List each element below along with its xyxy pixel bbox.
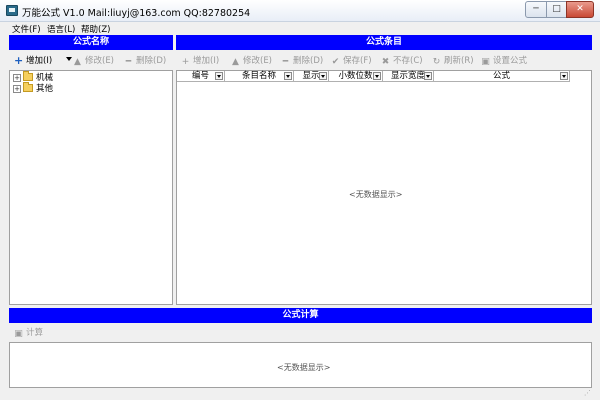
formula-entries-header: 公式条目 bbox=[176, 35, 592, 50]
menu-bar: 文件(F) 语言(L) 帮助(Z) bbox=[0, 22, 600, 35]
column-label: 编号 bbox=[191, 71, 209, 81]
minus-icon: ━ bbox=[125, 57, 132, 67]
right-edit-label: 修改(E) bbox=[243, 56, 273, 66]
column-label: 条目名称 bbox=[241, 71, 276, 81]
column-header-display-width[interactable]: 显示宽度 bbox=[383, 71, 434, 82]
app-icon bbox=[6, 5, 18, 16]
expand-icon[interactable]: + bbox=[13, 74, 21, 82]
triangle-up-icon: ▲ bbox=[232, 57, 239, 67]
resize-grip-icon[interactable]: ⋰ bbox=[584, 389, 592, 397]
bottom-toolbar: ▣ 计算 bbox=[9, 324, 592, 342]
left-delete-label: 删除(D) bbox=[136, 56, 167, 66]
expand-icon[interactable]: + bbox=[13, 85, 21, 93]
calculation-grid[interactable]: <无数据显示> bbox=[9, 342, 592, 388]
checkmark-icon: ✔ bbox=[331, 57, 340, 67]
formula-tree[interactable]: + 机械 + 其他 bbox=[9, 70, 173, 305]
column-header-formula[interactable]: 公式 bbox=[434, 71, 570, 82]
maximize-button[interactable]: □ bbox=[546, 1, 567, 18]
plus-icon: + bbox=[14, 54, 24, 67]
column-label: 显示 bbox=[302, 71, 320, 81]
tree-item-label: 机械 bbox=[36, 73, 54, 83]
right-add-label: 增加(I) bbox=[193, 56, 220, 66]
right-toolbar: + 增加(I) ▲ 修改(E) ━ 删除(D) ✔ 保存(F) ✖ 不存(C) ↻ 刷新(R… bbox=[176, 51, 592, 70]
right-delete-label: 删除(D) bbox=[293, 56, 324, 66]
calculate-label: 计算 bbox=[26, 328, 44, 338]
refresh-button[interactable]: ↻ 刷新(R) bbox=[432, 54, 474, 68]
right-add-button[interactable]: + 增加(I) bbox=[181, 54, 219, 68]
column-dropdown-icon[interactable] bbox=[319, 72, 327, 80]
column-header-decimals[interactable]: 小数位数 bbox=[329, 71, 383, 82]
refresh-icon: ↻ bbox=[432, 57, 441, 67]
set-formula-button[interactable]: ▣ 设置公式 bbox=[481, 54, 527, 68]
folder-icon bbox=[23, 71, 33, 81]
save-button[interactable]: ✔ 保存(F) bbox=[331, 54, 372, 68]
triangle-up-icon: ▲ bbox=[74, 57, 81, 67]
formula-name-header: 公式名称 bbox=[9, 35, 173, 50]
formula-calc-header: 公式计算 bbox=[9, 308, 592, 323]
column-label: 公式 bbox=[492, 71, 510, 81]
menu-file[interactable]: 文件(F) bbox=[12, 23, 41, 35]
settings-icon: ▣ bbox=[481, 57, 490, 67]
tree-item-machinery[interactable]: + 机械 bbox=[13, 71, 54, 84]
empty-message: <无数据显示> bbox=[277, 363, 331, 372]
left-add-button[interactable]: + 增加(I) bbox=[14, 54, 52, 68]
column-dropdown-icon[interactable] bbox=[284, 72, 292, 80]
nosave-label: 不存(C) bbox=[393, 56, 423, 66]
minimize-button[interactable]: ─ bbox=[525, 1, 547, 18]
left-edit-button[interactable]: ▲ 修改(E) bbox=[73, 54, 114, 68]
column-label: 显示宽度 bbox=[390, 71, 425, 81]
column-dropdown-icon[interactable] bbox=[373, 72, 381, 80]
column-label: 小数位数 bbox=[338, 71, 373, 81]
tree-item-other[interactable]: + 其他 bbox=[13, 82, 54, 95]
x-icon: ✖ bbox=[381, 57, 390, 67]
window-title: 万能公式 V1.0 Mail:liuyj@163.com QQ:82780254 bbox=[22, 8, 251, 19]
right-edit-button[interactable]: ▲ 修改(E) bbox=[231, 54, 272, 68]
menu-help[interactable]: 帮助(Z) bbox=[81, 23, 110, 35]
minus-icon: ━ bbox=[282, 57, 289, 67]
save-label: 保存(F) bbox=[343, 56, 372, 66]
column-dropdown-icon[interactable] bbox=[424, 72, 432, 80]
left-add-label: 增加(I) bbox=[26, 56, 53, 66]
formula-entries-grid[interactable]: 编号 条目名称 显示 小数位数 显示宽度 公式 <无数据显示> bbox=[176, 70, 592, 305]
column-dropdown-icon[interactable] bbox=[215, 72, 223, 80]
nosave-button[interactable]: ✖ 不存(C) bbox=[381, 54, 423, 68]
calculate-button[interactable]: ▣ 计算 bbox=[14, 326, 43, 340]
column-dropdown-icon[interactable] bbox=[560, 72, 568, 80]
empty-message: <无数据显示> bbox=[349, 190, 403, 199]
menu-language[interactable]: 语言(L) bbox=[47, 23, 75, 35]
title-bar: 万能公式 V1.0 Mail:liuyj@163.com QQ:82780254… bbox=[0, 0, 600, 22]
calculator-icon: ▣ bbox=[14, 329, 23, 339]
folder-icon bbox=[23, 82, 33, 92]
column-header-item-name[interactable]: 条目名称 bbox=[225, 71, 294, 82]
tree-item-label: 其他 bbox=[36, 84, 54, 94]
right-delete-button[interactable]: ━ 删除(D) bbox=[281, 54, 323, 68]
column-header-number[interactable]: 编号 bbox=[177, 71, 225, 82]
left-toolbar: + 增加(I) ▲ 修改(E) ━ 删除(D) bbox=[9, 51, 173, 70]
refresh-label: 刷新(R) bbox=[444, 56, 474, 66]
close-button[interactable]: ✕ bbox=[566, 1, 594, 18]
column-header-display[interactable]: 显示 bbox=[294, 71, 329, 82]
set-formula-label: 设置公式 bbox=[493, 56, 528, 66]
plus-icon: + bbox=[181, 57, 190, 67]
left-delete-button[interactable]: ━ 删除(D) bbox=[124, 54, 166, 68]
chevron-down-icon[interactable] bbox=[66, 57, 72, 61]
left-edit-label: 修改(E) bbox=[85, 56, 115, 66]
